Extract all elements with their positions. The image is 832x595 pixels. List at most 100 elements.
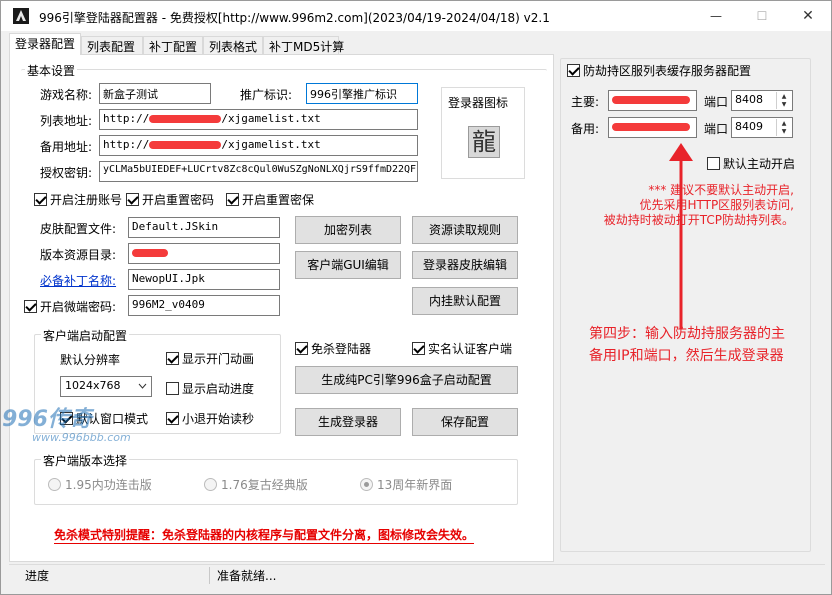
enable-register-checkbox[interactable]: 开启注册账号 <box>34 191 122 208</box>
port-spinner[interactable]: ▲ ▼ <box>776 92 791 109</box>
port-spinner[interactable]: ▲ ▼ <box>776 119 791 136</box>
main-window: 996引擎登陆器配置器 - 免费授权[http://www.996m2.com]… <box>0 0 832 595</box>
login-icon-box[interactable]: 登录器图标 龍 <box>441 87 525 179</box>
tab-login-config[interactable]: 登录器配置 <box>9 33 81 55</box>
save-config-button[interactable]: 保存配置 <box>412 408 518 436</box>
resource-dir-input[interactable] <box>128 243 280 264</box>
minimize-button[interactable]: — <box>693 1 739 31</box>
close-button[interactable]: ✕ <box>785 1 831 31</box>
title-bar: 996引擎登陆器配置器 - 免费授权[http://www.996m2.com]… <box>1 1 831 31</box>
enable-reset-password-checkbox[interactable]: 开启重置密码 <box>126 191 214 208</box>
watermark-text: 996传奇 <box>2 407 92 432</box>
anti-kill-label: 免杀登陆器 <box>311 342 372 356</box>
primary-port-label: 端口 <box>704 95 729 109</box>
show-progress-label: 显示启动进度 <box>182 382 255 396</box>
maximize-icon: ☐ <box>756 9 768 23</box>
micro-password-checkbox[interactable]: 开启微端密码: <box>24 298 116 315</box>
game-name-input[interactable]: 新盒子测试 <box>99 83 211 104</box>
show-progress-checkbox[interactable]: 显示启动进度 <box>166 380 254 397</box>
client-version-title: 客户端版本选择 <box>41 452 130 469</box>
checkbox-box <box>226 193 239 206</box>
checkbox-box <box>34 193 47 206</box>
small-exit-label: 小退开始读秒 <box>182 412 255 426</box>
resource-rules-button[interactable]: 资源读取规则 <box>412 216 518 244</box>
status-divider <box>209 567 210 584</box>
primary-ip-label: 主要: <box>571 95 600 109</box>
backup-port-label: 端口 <box>704 122 729 136</box>
default-on-label: 默认主动开启 <box>723 157 796 171</box>
backup-port-input[interactable]: 8409 ▲ ▼ <box>731 117 793 138</box>
login-icon-label: 登录器图标 <box>448 96 509 110</box>
default-on-checkbox[interactable]: 默认主动开启 <box>707 155 795 172</box>
version-195-label: 1.95内功连击版 <box>65 478 152 492</box>
version-195-radio[interactable]: 1.95内功连击版 <box>48 476 152 493</box>
tab-list-config[interactable]: 列表配置 <box>81 36 143 55</box>
backup-url-input[interactable]: http:// /xjgamelist.txt <box>99 135 418 156</box>
enable-reset-security-label: 开启重置密保 <box>242 193 315 207</box>
promo-input[interactable]: 996引擎推广标识 <box>306 83 418 104</box>
primary-port-value: 8408 <box>735 93 763 106</box>
backup-url-suffix: /xjgamelist.txt <box>221 138 321 151</box>
list-url-input[interactable]: http:// /xjgamelist.txt <box>99 109 418 130</box>
tab-patch-config[interactable]: 补丁配置 <box>143 36 203 55</box>
micro-password-label: 开启微端密码: <box>40 300 117 314</box>
backup-ip-label: 备用: <box>571 122 600 136</box>
backup-ip-input[interactable] <box>608 117 697 138</box>
version-176-label: 1.76复古经典版 <box>221 478 308 492</box>
checkbox-box <box>166 412 179 425</box>
redaction-mark <box>612 123 690 131</box>
tab-patch-md5[interactable]: 补丁MD5计算 <box>263 36 344 55</box>
checkbox-box <box>24 300 37 313</box>
anti-kill-checkbox[interactable]: 免杀登陆器 <box>295 340 371 357</box>
radio-circle <box>360 478 373 491</box>
spin-up-icon[interactable]: ▲ <box>777 119 791 127</box>
spin-down-icon[interactable]: ▼ <box>777 100 791 108</box>
watermark-logo: 996传奇 www.996bbb.com <box>2 401 152 451</box>
radio-circle <box>48 478 61 491</box>
resource-dir-label: 版本资源目录: <box>40 248 117 262</box>
redaction-mark <box>149 141 222 149</box>
real-name-checkbox[interactable]: 实名认证客户端 <box>412 340 512 357</box>
checkbox-box <box>126 193 139 206</box>
tab-list-format[interactable]: 列表格式 <box>203 36 263 55</box>
backup-port-value: 8409 <box>735 120 763 133</box>
patch-name-link[interactable]: 必备补丁名称: <box>40 272 116 289</box>
micro-password-input[interactable]: 996M2_v0409 <box>128 295 280 316</box>
resolution-value: 1024x768 <box>65 379 121 392</box>
show-door-anim-checkbox[interactable]: 显示开门动画 <box>166 350 254 367</box>
close-icon: ✕ <box>802 8 814 24</box>
auth-key-input[interactable]: yCLMa5bUIEDEF+LUCrtv8Zc8cQul0WuSZgNoNLXQ… <box>99 161 418 182</box>
generate-pc-config-button[interactable]: 生成纯PC引擎996盒子启动配置 <box>295 366 518 394</box>
dragon-icon: 龍 <box>468 126 500 158</box>
patch-name-input[interactable]: NewopUI.Jpk <box>128 269 280 290</box>
resolution-select[interactable]: 1024x768 <box>60 376 152 397</box>
redaction-mark <box>149 115 222 123</box>
status-bar: 进度 准备就绪... <box>9 564 825 586</box>
plugin-default-button[interactable]: 内挂默认配置 <box>412 287 518 315</box>
encrypt-list-button[interactable]: 加密列表 <box>295 216 401 244</box>
maximize-button[interactable]: ☐ <box>739 1 785 31</box>
list-url-prefix: http:// <box>103 112 150 125</box>
generate-login-button[interactable]: 生成登录器 <box>295 408 401 436</box>
spin-down-icon[interactable]: ▼ <box>777 127 791 135</box>
small-exit-checkbox[interactable]: 小退开始读秒 <box>166 410 254 427</box>
enable-reset-security-checkbox[interactable]: 开启重置密保 <box>226 191 314 208</box>
primary-port-input[interactable]: 8408 ▲ ▼ <box>731 90 793 111</box>
skin-file-input[interactable]: Default.JSkin <box>128 217 280 238</box>
annotation-arrow-icon <box>669 143 693 329</box>
primary-ip-input[interactable] <box>608 90 697 111</box>
version-13th-radio[interactable]: 13周年新界面 <box>360 476 452 493</box>
client-start-title: 客户端启动配置 <box>41 327 130 344</box>
chevron-down-icon <box>138 383 147 389</box>
spin-up-icon[interactable]: ▲ <box>777 92 791 100</box>
version-176-radio[interactable]: 1.76复古经典版 <box>204 476 308 493</box>
real-name-label: 实名认证客户端 <box>428 342 513 356</box>
minimize-icon: — <box>710 9 722 23</box>
anti-kill-warning: 免杀模式特别提醒：免杀登陆器的内核程序与配置文件分离，图标修改会失效。 <box>54 528 475 544</box>
client-gui-edit-button[interactable]: 客户端GUI编辑 <box>295 251 401 279</box>
skin-edit-button[interactable]: 登录器皮肤编辑 <box>412 251 518 279</box>
checkbox-box <box>166 382 179 395</box>
checkbox-box <box>567 64 580 77</box>
game-name-label: 游戏名称: <box>40 88 93 102</box>
anti-hijack-enable-checkbox[interactable]: 防劫持区服列表缓存服务器配置 <box>567 62 754 79</box>
